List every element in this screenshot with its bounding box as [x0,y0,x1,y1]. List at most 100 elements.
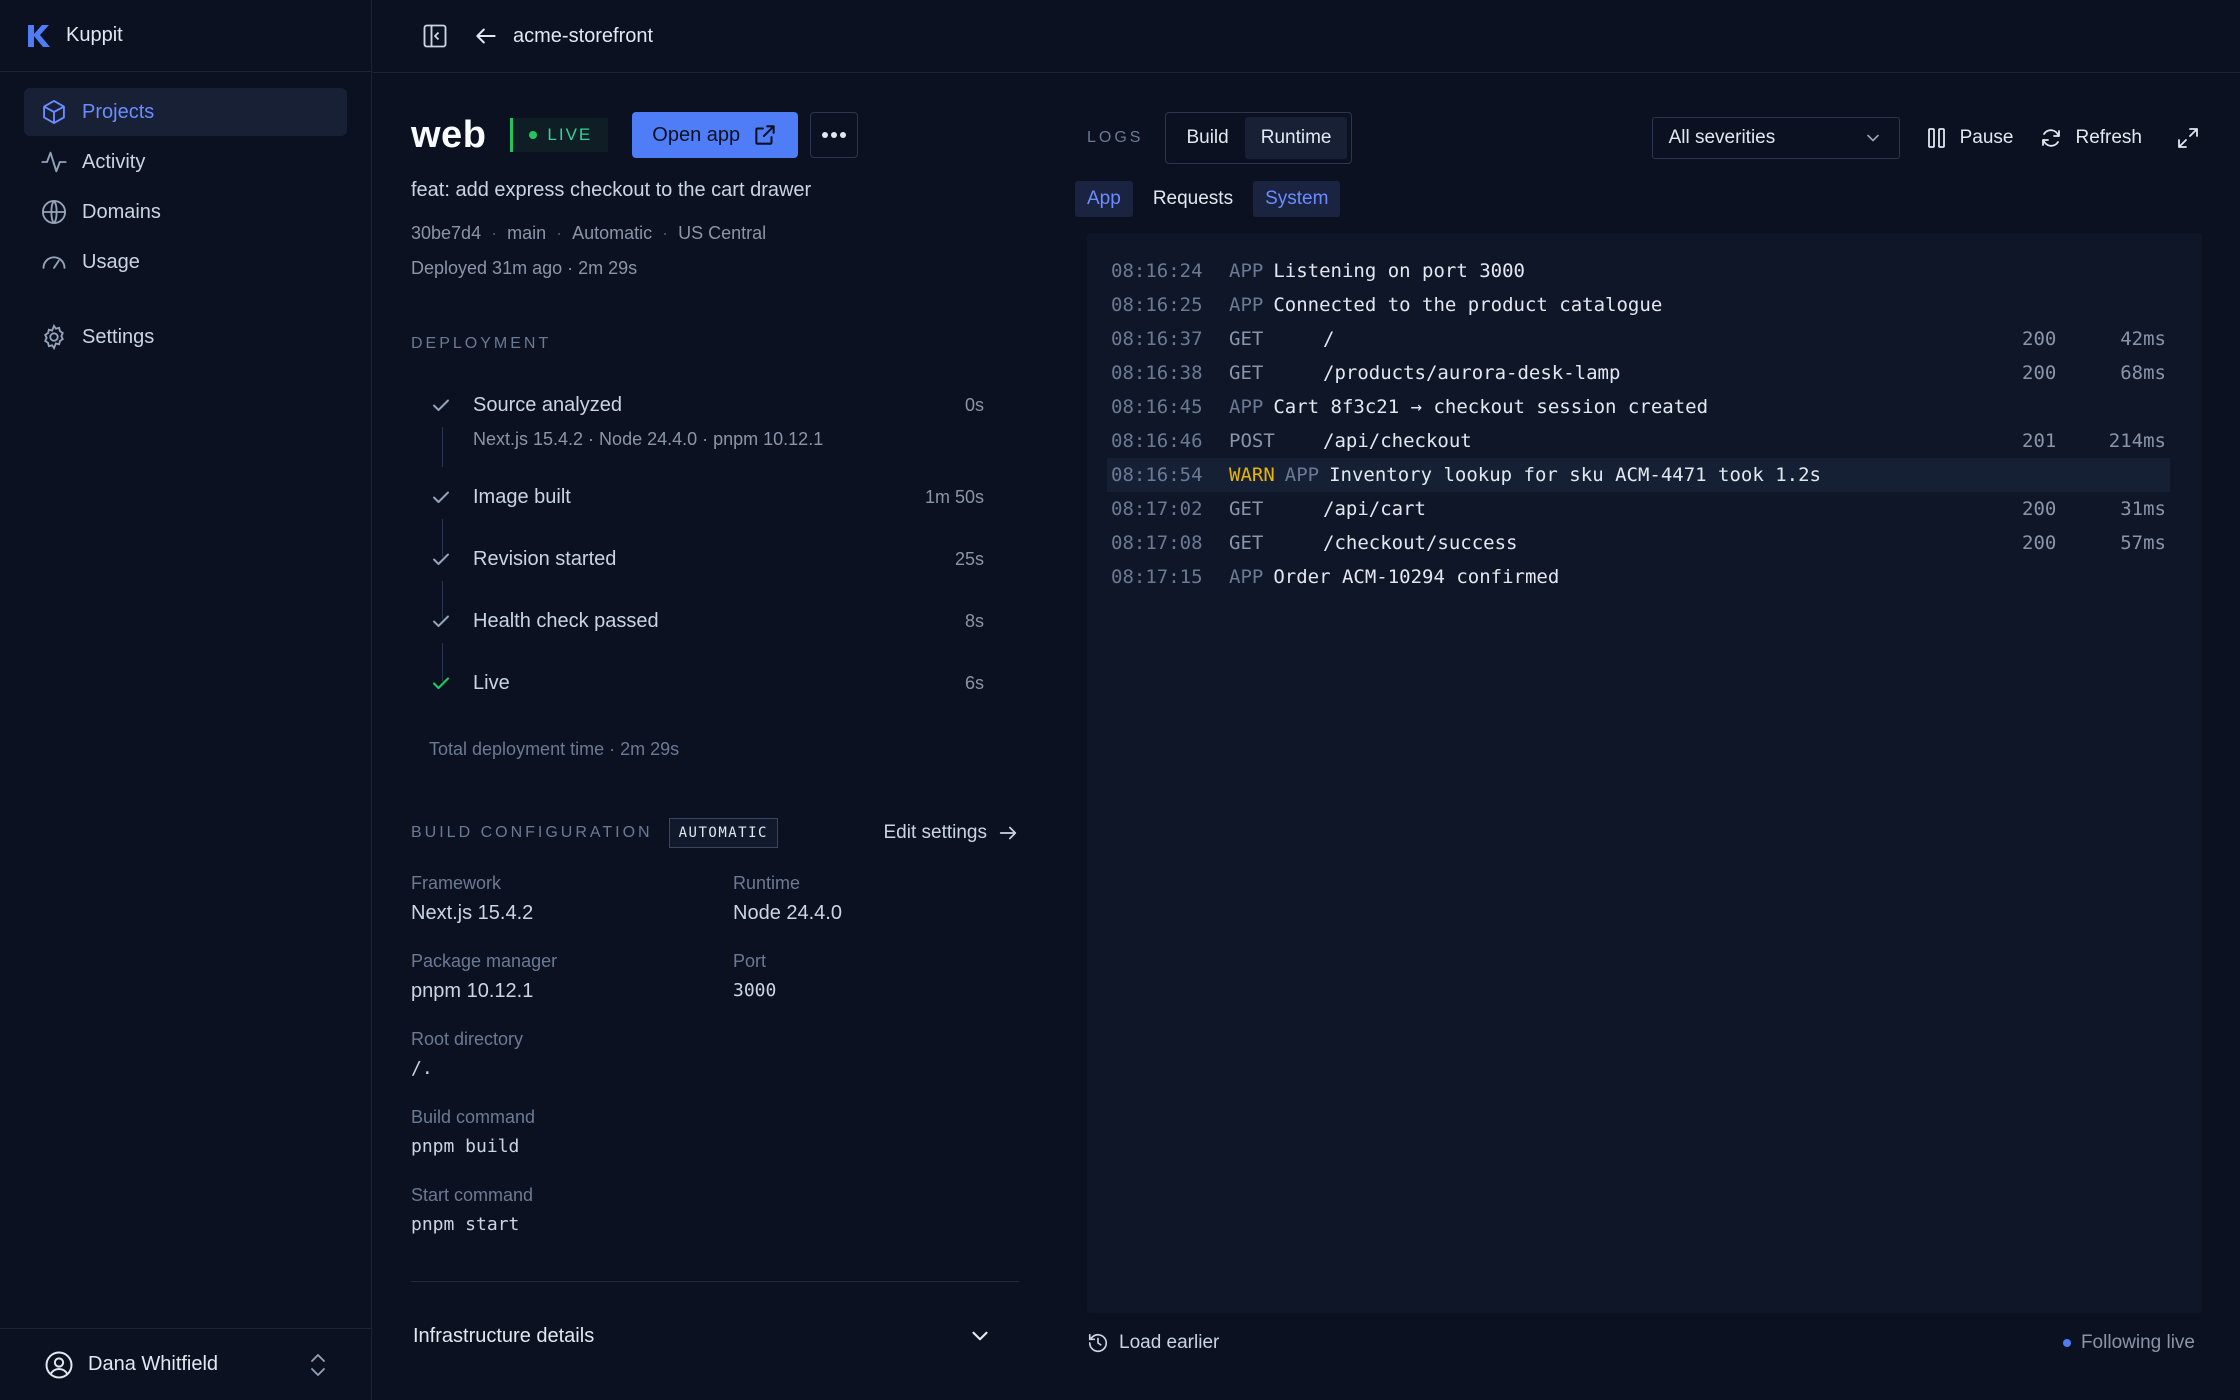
sidebar: Kuppit Projects Activity Domains Usage S… [0,0,372,1400]
status-code: 200 [2022,498,2057,520]
log-filters: App Requests System [1075,181,1341,217]
commit-sha[interactable]: 30be7d4 [411,223,481,244]
gear-icon [40,323,68,351]
http-method: POST [1229,430,1275,452]
step-name: Health check passed [473,609,659,632]
status-dot-icon [2062,1339,2071,1347]
topbar: acme-storefront [373,0,2240,73]
filter-requests[interactable]: Requests [1141,181,1245,217]
meta-separator: · [491,223,498,243]
severity-value: All severities [1668,127,1776,148]
deployed-info: Deployed 31m ago · 2m 29s [411,258,638,278]
log-source: APP [1229,396,1264,418]
edit-settings-label: Edit settings [883,822,988,843]
trigger: Automatic [572,223,653,243]
log-timestamp: 08:17:15 [1111,566,1203,588]
title-row: web LIVE Open app [411,112,859,158]
sidebar-item-projects[interactable]: Projects [24,88,347,136]
sidebar-item-activity[interactable]: Activity [24,138,347,186]
tab-build[interactable]: Build [1170,117,1244,159]
edit-settings-link[interactable]: Edit settings [884,822,1020,844]
log-message: Inventory lookup for sku ACM-4471 took 1… [1329,464,1821,486]
status-badge: LIVE [510,118,609,152]
refresh-button[interactable]: Refresh [2039,126,2142,150]
http-method: GET [1229,498,1264,520]
config-value: pnpm build [411,1136,520,1157]
config-framework: Framework Next.js 15.4.2 [411,873,533,925]
tab-runtime[interactable]: Runtime [1244,117,1348,159]
sidebar-item-settings[interactable]: Settings [24,313,347,361]
log-message: Order ACM-10294 confirmed [1273,566,1560,588]
logs-label: LOGS [1087,129,1144,146]
logs-footer: Load earlier Following live [1087,1327,2195,1359]
check-icon [429,485,457,509]
severity-select[interactable]: All severities [1651,117,1900,159]
check-icon [429,609,457,633]
log-message: Connected to the product catalogue [1273,294,1663,316]
load-earlier-button[interactable]: Load earlier [1087,1332,1219,1354]
cube-icon [40,98,68,126]
log-source: APP [1229,294,1264,316]
config-build-command: Build command pnpm build [411,1107,535,1157]
log-timestamp: 08:16:45 [1111,396,1203,418]
sidebar-item-label: Activity [82,150,146,173]
log-viewer[interactable]: 08:16:24 APP Listening on port 3000 08:1… [1087,233,2202,1313]
build-config-header: BUILD CONFIGURATION AUTOMATIC Edit setti… [411,818,1019,848]
filter-system[interactable]: System [1253,181,1341,217]
deploy-step: Revision started 25s [429,547,984,571]
log-level: WARN [1229,464,1275,486]
refresh-icon [2039,126,2063,150]
step-duration: 25s [954,548,984,569]
more-options-button[interactable] [810,112,859,158]
following-label: Following live [2080,1332,2195,1353]
refresh-label: Refresh [2075,127,2142,148]
brand[interactable]: Kuppit [0,0,371,72]
config-root-directory: Root directory /. [411,1029,523,1079]
infrastructure-details-toggle[interactable]: Infrastructure details [413,1323,993,1349]
log-source: APP [1229,566,1264,588]
request-path: /api/checkout [1323,430,1472,452]
breadcrumb-project[interactable]: acme-storefront [513,25,653,48]
log-timestamp: 08:16:38 [1111,362,1203,384]
log-timestamp: 08:16:25 [1111,294,1203,316]
deploy-step: Health check passed 8s [429,609,984,633]
open-app-label: Open app [652,123,741,146]
config-value: Node 24.4.0 [733,902,842,924]
sidebar-toggle-icon[interactable] [421,22,449,50]
log-timestamp: 08:16:24 [1111,260,1203,282]
filter-app[interactable]: App [1075,181,1133,217]
pause-label: Pause [1959,127,2014,148]
step-name: Live [473,671,510,694]
region: US Central [678,223,767,243]
pause-button[interactable]: Pause [1926,126,2014,150]
open-app-button[interactable]: Open app [632,112,799,158]
step-duration: 1m 50s [924,486,984,507]
expand-icon[interactable] [2176,126,2200,150]
step-duration: 6s [964,672,984,693]
back-arrow-icon[interactable] [473,23,499,49]
deployment-panel: web LIVE Open app feat: add express chec… [411,73,1019,1400]
step-name: Image built [473,485,571,508]
log-message: Listening on port 3000 [1273,260,1525,282]
sidebar-item-usage[interactable]: Usage [24,238,347,286]
step-connector [442,427,443,467]
external-link-icon [752,122,778,148]
mode-badge: AUTOMATIC [668,818,778,848]
ellipsis-icon [821,131,847,139]
http-method: GET [1229,328,1264,350]
log-line: 08:17:15 APP Order ACM-10294 confirmed [1107,560,2170,594]
log-line: 08:16:45 APP Cart 8f3c21 → checkout sess… [1107,390,2170,424]
user-menu[interactable]: Dana Whitfield [0,1328,371,1400]
chevron-updown-icon [307,1352,329,1378]
sidebar-nav: Projects Activity Domains Usage Settings [0,72,371,361]
latency: 68ms [2120,362,2166,384]
status-code: 201 [2022,430,2057,452]
log-timestamp: 08:17:02 [1111,498,1203,520]
sidebar-item-domains[interactable]: Domains [24,188,347,236]
step-name: Source analyzed [473,393,622,416]
config-port: Port 3000 [733,951,776,1001]
config-value: /. [411,1058,433,1079]
config-package-manager: Package manager pnpm 10.12.1 [411,951,557,1003]
pause-icon [1926,126,1948,150]
